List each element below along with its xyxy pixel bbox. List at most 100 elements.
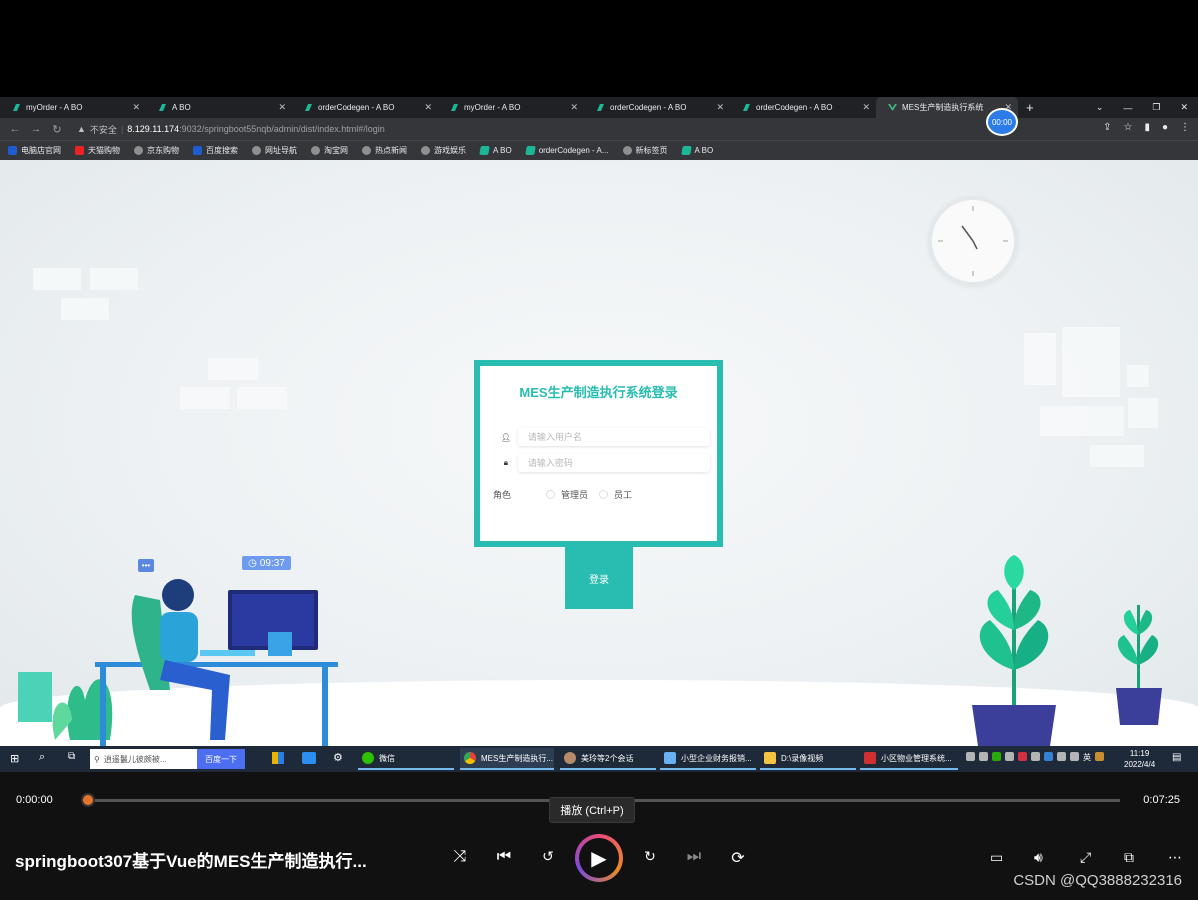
login-title: MES生产制造执行系统登录 xyxy=(519,385,678,400)
bookmark-item[interactable]: 热点新闻 xyxy=(362,145,407,156)
bookmark-icon xyxy=(479,146,490,155)
taskbar-search-box[interactable]: ⚲ 逍遥鬣儿彼颇被... xyxy=(90,749,197,769)
wall-brick xyxy=(237,387,287,409)
taskbar-app-property[interactable]: 小区物业管理系统... xyxy=(860,748,958,770)
tab-close-icon[interactable]: ✕ xyxy=(424,102,432,113)
menu-icon[interactable]: ⋮ xyxy=(1180,122,1190,133)
share-icon[interactable]: ⇪ xyxy=(1103,122,1111,133)
settings-icon[interactable]: ⚙ xyxy=(333,751,343,764)
bookmark-item[interactable]: 淘宝网 xyxy=(311,145,348,156)
bookmark-item[interactable]: 游戏娱乐 xyxy=(421,145,466,156)
forward-30-icon[interactable]: ↻ xyxy=(638,848,662,865)
tab-close-icon[interactable]: ✕ xyxy=(278,102,286,113)
next-icon[interactable]: ⏭ xyxy=(682,848,706,866)
browser-tab[interactable]: A BO ✕ xyxy=(146,97,292,118)
reload-icon[interactable]: ↻ xyxy=(51,123,63,136)
sidebar-icon[interactable]: ▮ xyxy=(1144,122,1150,133)
bookmark-label: 百度搜索 xyxy=(206,146,238,155)
role-radio-admin[interactable]: 管理员 xyxy=(546,488,588,501)
rewind-10-icon[interactable]: ↺ xyxy=(536,848,560,865)
minimize-icon[interactable]: — xyxy=(1123,103,1132,113)
bookmark-item[interactable]: 网址导航 xyxy=(252,145,297,156)
current-time: 0:00:00 xyxy=(16,794,53,806)
bookmark-item[interactable]: orderCodegen - A... xyxy=(524,146,609,155)
taskbar-app-finance[interactable]: 小型企业财务报销... xyxy=(660,748,756,770)
previous-icon[interactable]: ⏮ xyxy=(492,848,516,866)
notification-icon[interactable]: ▤ xyxy=(1172,752,1181,763)
browser-tab[interactable]: myOrder - A BO ✕ xyxy=(0,97,146,118)
tray-icon[interactable] xyxy=(1018,752,1027,761)
window-controls: ⌄ — ❐ ✕ xyxy=(1096,97,1198,118)
taskbar-app-wechat[interactable]: 微信 xyxy=(358,748,454,770)
task-view-icon[interactable]: ⧉ xyxy=(68,751,75,762)
browser-tab[interactable]: orderCodegen - A BO ✕ xyxy=(584,97,730,118)
login-button[interactable]: 登录 xyxy=(565,547,633,609)
taskbar-app-chrome[interactable]: MES生产制造执行... xyxy=(460,748,554,770)
back-icon[interactable]: ← xyxy=(9,123,21,135)
bookmark-item[interactable]: 天猫购物 xyxy=(75,145,120,156)
tray-icon[interactable] xyxy=(1095,752,1104,761)
volume-icon[interactable] xyxy=(1070,752,1079,761)
tab-search-icon[interactable]: ⌄ xyxy=(1096,102,1104,113)
bookmark-item[interactable]: 电脑店官网 xyxy=(8,145,61,156)
taskbar-app-explorer[interactable]: D:\录像视频 xyxy=(760,748,856,770)
browser-tab[interactable]: myOrder - A BO ✕ xyxy=(438,97,584,118)
search-icon[interactable]: ⌕ xyxy=(39,751,45,764)
close-window-icon[interactable]: ✕ xyxy=(1180,102,1188,113)
tab-favicon-icon xyxy=(12,103,21,112)
tab-title: A BO xyxy=(172,103,191,112)
bookmark-star-icon[interactable]: ☆ xyxy=(1123,122,1132,133)
tray-icon[interactable] xyxy=(1005,752,1014,761)
wechat-icon xyxy=(362,752,374,764)
play-button[interactable]: ▶ xyxy=(575,834,623,882)
password-input[interactable] xyxy=(517,454,710,472)
tray-icon[interactable] xyxy=(992,752,1001,761)
new-tab-button[interactable]: + xyxy=(1026,100,1034,115)
bookmark-label: A BO xyxy=(694,146,714,155)
tray-icon[interactable] xyxy=(966,752,975,761)
tab-close-icon[interactable]: ✕ xyxy=(132,102,140,113)
shuffle-icon[interactable]: ⤨ xyxy=(448,848,472,866)
watermark: CSDN @QQ3888232316 xyxy=(1013,872,1182,889)
volume-icon[interactable]: 🔊︎ xyxy=(1034,849,1043,866)
bookmark-label: A BO xyxy=(493,146,512,155)
shield-icon[interactable] xyxy=(1044,752,1053,761)
browser-tab[interactable]: orderCodegen - A BO ✕ xyxy=(730,97,876,118)
tab-close-icon[interactable]: ✕ xyxy=(716,102,724,113)
taskbar-app-label: D:\录像视频 xyxy=(781,753,824,763)
repeat-off-icon[interactable]: ⟳ xyxy=(726,848,750,868)
mini-player-icon[interactable]: ⧉ xyxy=(1124,849,1134,866)
bookmark-item[interactable]: 新标签页 xyxy=(622,145,668,156)
username-input[interactable] xyxy=(517,428,710,446)
role-radio-staff[interactable]: 员工 xyxy=(599,488,632,501)
forward-icon[interactable]: → xyxy=(30,123,42,135)
network-icon[interactable] xyxy=(1057,752,1066,761)
bookmark-label: 新标签页 xyxy=(635,146,668,155)
bookmark-item[interactable]: 京东购物 xyxy=(134,145,179,156)
app-pinned-icon[interactable] xyxy=(272,752,284,764)
total-time: 0:07:25 xyxy=(1143,794,1180,806)
taskbar-app-chat[interactable]: 美玲等2个会话 xyxy=(560,748,656,770)
subtitles-icon[interactable]: ▭ xyxy=(990,849,1003,866)
app-icon xyxy=(864,752,876,764)
recorder-timer[interactable]: 00:00 xyxy=(986,108,1018,136)
url-field[interactable]: ▲ 不安全 | 8.129.11.174:9032/springboot55nq… xyxy=(77,123,385,136)
tab-close-icon[interactable]: ✕ xyxy=(862,102,870,113)
seek-handle[interactable] xyxy=(81,793,95,807)
tab-close-icon[interactable]: ✕ xyxy=(570,102,578,113)
baidu-search-button[interactable]: 百度一下 xyxy=(197,749,245,769)
bookmark-item[interactable]: 百度搜索 xyxy=(193,145,238,156)
bookmark-item[interactable]: A BO xyxy=(680,146,714,155)
taskbar-clock[interactable]: 11:19 2022/4/4 xyxy=(1124,748,1155,770)
bookmark-item[interactable]: A BO xyxy=(479,146,512,155)
tray-icon[interactable] xyxy=(1031,752,1040,761)
input-language[interactable]: 英 xyxy=(1083,752,1091,763)
fullscreen-icon[interactable]: ⤢ xyxy=(1080,849,1091,866)
browser-tab[interactable]: orderCodegen - A BO ✕ xyxy=(292,97,438,118)
profile-icon[interactable]: ● xyxy=(1162,122,1168,133)
windows-start-icon[interactable]: ⊞ xyxy=(10,752,19,765)
restore-icon[interactable]: ❐ xyxy=(1152,102,1160,113)
video-player-icon[interactable] xyxy=(302,752,316,764)
tray-icon[interactable] xyxy=(979,752,988,761)
more-options-icon[interactable]: ⋯ xyxy=(1168,849,1182,866)
